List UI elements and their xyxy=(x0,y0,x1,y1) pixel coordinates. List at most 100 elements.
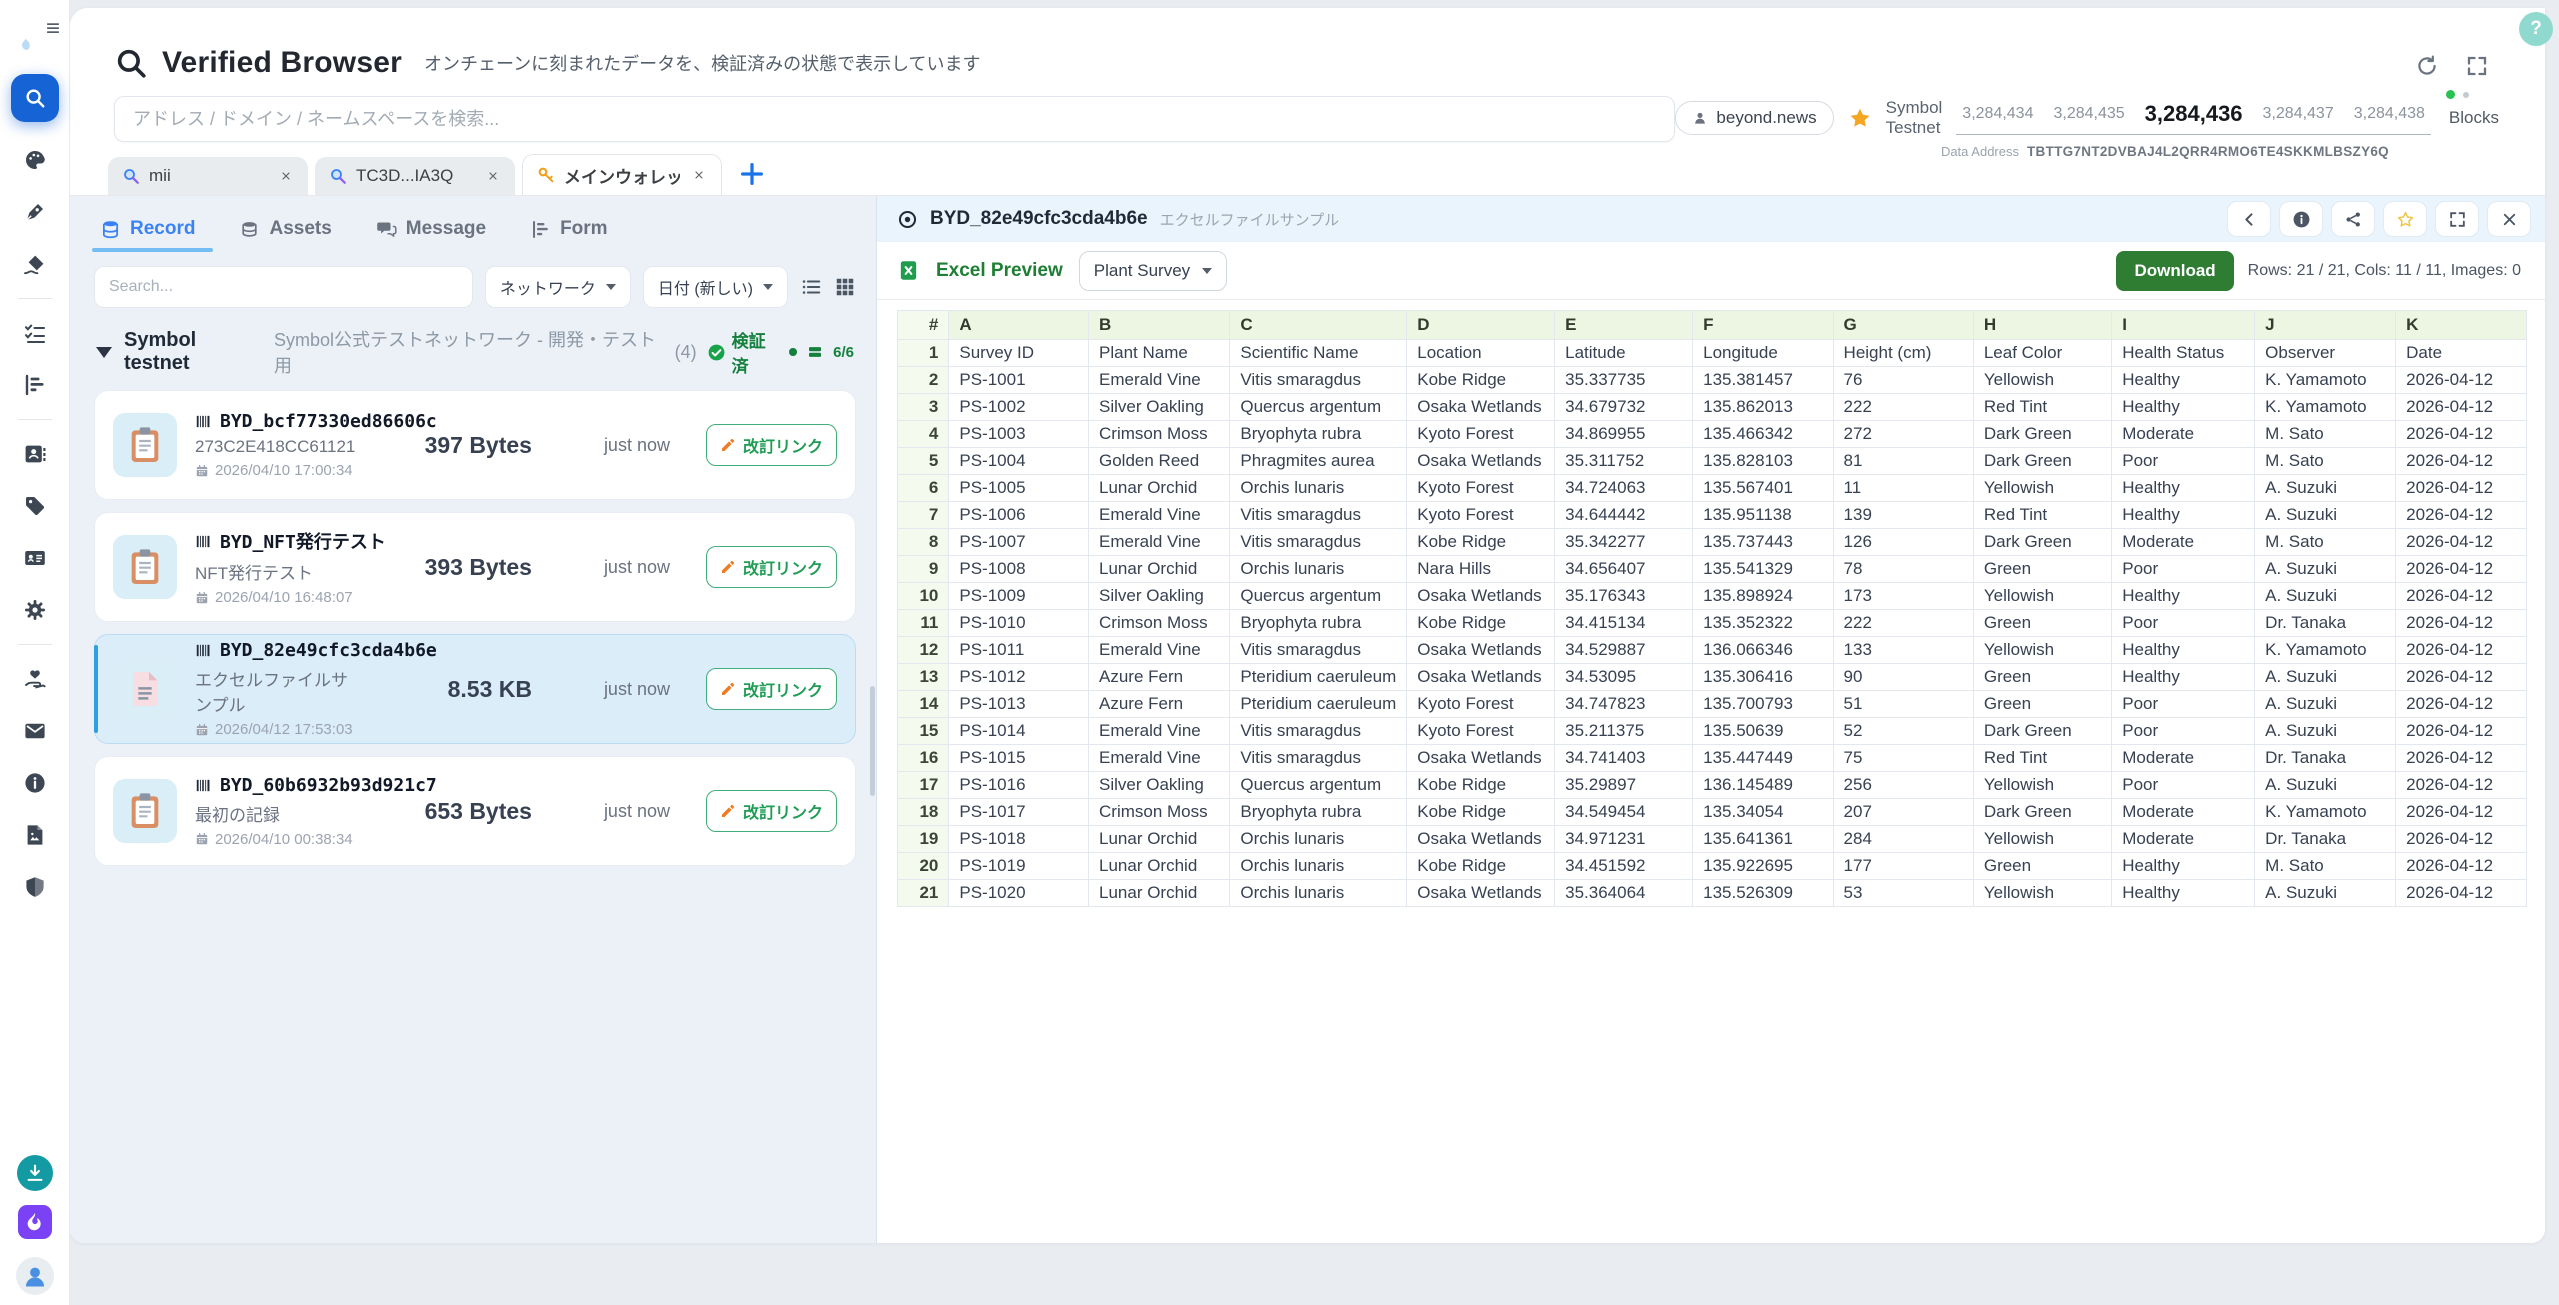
sheet-cell[interactable]: 135.828103 xyxy=(1693,448,1833,475)
sidebar-item-checklist-icon[interactable] xyxy=(23,321,47,345)
sheet-cell[interactable]: PS-1005 xyxy=(949,475,1089,502)
record-item[interactable]: BYD_60b6932b93d921c7 最初の記録 2026/04/10 00… xyxy=(94,756,856,866)
sheet-cell[interactable]: PS-1014 xyxy=(949,718,1089,745)
sheet-cell[interactable]: Observer xyxy=(2255,340,2396,367)
sheet-cell[interactable]: M. Sato xyxy=(2255,853,2396,880)
sheet-cell[interactable]: Osaka Wetlands xyxy=(1407,583,1555,610)
sheet-cell[interactable]: Emerald Vine xyxy=(1089,637,1230,664)
sheet-cell[interactable]: 284 xyxy=(1833,826,1973,853)
sheet-cell[interactable]: 136.066346 xyxy=(1693,637,1833,664)
sheet-cell[interactable]: Healthy xyxy=(2112,664,2255,691)
sheet-cell[interactable]: Moderate xyxy=(2112,826,2255,853)
sheet-cell[interactable]: 2026-04-12 xyxy=(2396,529,2527,556)
record-item[interactable]: BYD_NFT発行テスト NFT発行テスト 2026/04/10 16:48:0… xyxy=(94,512,856,622)
row-number[interactable]: 18 xyxy=(898,799,949,826)
sheet-cell[interactable]: Lunar Orchid xyxy=(1089,880,1230,907)
sheet-cell[interactable]: 75 xyxy=(1833,745,1973,772)
sheet-cell[interactable]: 2026-04-12 xyxy=(2396,799,2527,826)
sidebar-item-idcard-icon[interactable] xyxy=(23,546,47,570)
row-number[interactable]: 12 xyxy=(898,637,949,664)
sheet-cell[interactable]: K. Yamamoto xyxy=(2255,394,2396,421)
sheet-cell[interactable]: 135.447449 xyxy=(1693,745,1833,772)
sheet-cell[interactable]: 135.922695 xyxy=(1693,853,1833,880)
sheet-cell[interactable]: Kobe Ridge xyxy=(1407,367,1555,394)
sheet-cell[interactable]: Azure Fern xyxy=(1089,691,1230,718)
sheet-cell[interactable]: Osaka Wetlands xyxy=(1407,745,1555,772)
sheet-cell[interactable]: M. Sato xyxy=(2255,448,2396,475)
sheet-cell[interactable]: 34.869955 xyxy=(1555,421,1693,448)
sheet-cell[interactable]: PS-1015 xyxy=(949,745,1089,772)
fullscreen-button[interactable] xyxy=(2435,201,2479,237)
sheet-cell[interactable]: 135.50639 xyxy=(1693,718,1833,745)
sheet-cell[interactable]: Dark Green xyxy=(1973,529,2111,556)
sheet-cell[interactable]: 34.53095 xyxy=(1555,664,1693,691)
sheet-cell[interactable]: 2026-04-12 xyxy=(2396,367,2527,394)
sheet-cell[interactable]: Kobe Ridge xyxy=(1407,853,1555,880)
browser-tab[interactable]: TC3D...IA3Q xyxy=(315,157,515,195)
sheet-cell[interactable]: 135.381457 xyxy=(1693,367,1833,394)
sheet-cell[interactable]: 2026-04-12 xyxy=(2396,448,2527,475)
row-number[interactable]: 8 xyxy=(898,529,949,556)
sheet-cell[interactable]: PS-1019 xyxy=(949,853,1089,880)
sheet-cell[interactable]: PS-1013 xyxy=(949,691,1089,718)
sheet-cell[interactable]: 2026-04-12 xyxy=(2396,745,2527,772)
group-header[interactable]: Symbol testnet Symbol公式テストネットワーク - 開発・テス… xyxy=(96,326,854,378)
sheet-cell[interactable]: PS-1010 xyxy=(949,610,1089,637)
sheet-cell[interactable]: Emerald Vine xyxy=(1089,502,1230,529)
sheet-cell[interactable]: Yellowish xyxy=(1973,772,2111,799)
sheet-cell[interactable]: 35.311752 xyxy=(1555,448,1693,475)
sheet-cell[interactable]: Healthy xyxy=(2112,583,2255,610)
sheet-cell[interactable]: Crimson Moss xyxy=(1089,799,1230,826)
sheet-cell[interactable]: Orchis lunaris xyxy=(1230,556,1407,583)
sheet-cell[interactable]: 34.724063 xyxy=(1555,475,1693,502)
sheet-cell[interactable]: K. Yamamoto xyxy=(2255,799,2396,826)
sheet-cell[interactable]: Lunar Orchid xyxy=(1089,556,1230,583)
back-button[interactable] xyxy=(2227,201,2271,237)
record-item[interactable]: BYD_82e49cfc3cda4b6e エクセルファイルサンプル 2026/0… xyxy=(94,634,856,744)
tab-close-icon[interactable] xyxy=(276,166,296,186)
sheet-cell[interactable]: PS-1017 xyxy=(949,799,1089,826)
sheet-column-header[interactable]: G xyxy=(1833,311,1973,340)
sheet-cell[interactable]: Healthy xyxy=(2112,502,2255,529)
list-view-icon[interactable] xyxy=(800,276,822,298)
sheet-cell[interactable]: 11 xyxy=(1833,475,1973,502)
sheet-cell[interactable]: Healthy xyxy=(2112,880,2255,907)
sheet-cell[interactable]: PS-1016 xyxy=(949,772,1089,799)
sidebar-item-tag-icon[interactable] xyxy=(23,494,47,518)
sheet-cell[interactable]: Crimson Moss xyxy=(1089,421,1230,448)
sheet-cell[interactable]: 135.898924 xyxy=(1693,583,1833,610)
sheet-cell[interactable]: PS-1007 xyxy=(949,529,1089,556)
sheet-cell[interactable]: Pteridium caeruleum xyxy=(1230,691,1407,718)
sheet-cell[interactable]: Healthy xyxy=(2112,853,2255,880)
sheet-column-header[interactable]: # xyxy=(898,311,949,340)
sheet-column-header[interactable]: I xyxy=(2112,311,2255,340)
sheet-cell[interactable]: PS-1001 xyxy=(949,367,1089,394)
row-number[interactable]: 14 xyxy=(898,691,949,718)
sheet-cell[interactable]: Plant Name xyxy=(1089,340,1230,367)
help-button[interactable]: ? xyxy=(2519,12,2553,46)
sheet-cell[interactable]: Poor xyxy=(2112,691,2255,718)
sheet-cell[interactable]: 34.679732 xyxy=(1555,394,1693,421)
sheet-cell[interactable]: PS-1018 xyxy=(949,826,1089,853)
sheet-cell[interactable]: PS-1020 xyxy=(949,880,1089,907)
sidebar-item-info-icon[interactable] xyxy=(23,771,47,795)
sheet-cell[interactable]: 136.145489 xyxy=(1693,772,1833,799)
browser-tab[interactable]: メインウォレット xyxy=(522,154,722,195)
row-number[interactable]: 10 xyxy=(898,583,949,610)
sheet-cell[interactable]: Lunar Orchid xyxy=(1089,853,1230,880)
row-number[interactable]: 7 xyxy=(898,502,949,529)
sheet-cell[interactable]: PS-1006 xyxy=(949,502,1089,529)
sheet-cell[interactable]: 35.364064 xyxy=(1555,880,1693,907)
sidebar-item-search-icon[interactable] xyxy=(11,74,59,122)
sheet-cell[interactable]: 173 xyxy=(1833,583,1973,610)
sheet-cell[interactable]: Dark Green xyxy=(1973,421,2111,448)
sheet-cell[interactable]: Kobe Ridge xyxy=(1407,772,1555,799)
sheet-cell[interactable]: 78 xyxy=(1833,556,1973,583)
sheet-cell[interactable]: 34.415134 xyxy=(1555,610,1693,637)
sidebar-item-gear-icon[interactable] xyxy=(23,598,47,622)
sheet-cell[interactable]: Emerald Vine xyxy=(1089,529,1230,556)
sheet-cell[interactable]: Leaf Color xyxy=(1973,340,2111,367)
row-number[interactable]: 17 xyxy=(898,772,949,799)
sheet-cell[interactable]: PS-1012 xyxy=(949,664,1089,691)
sheet-cell[interactable]: Golden Reed xyxy=(1089,448,1230,475)
